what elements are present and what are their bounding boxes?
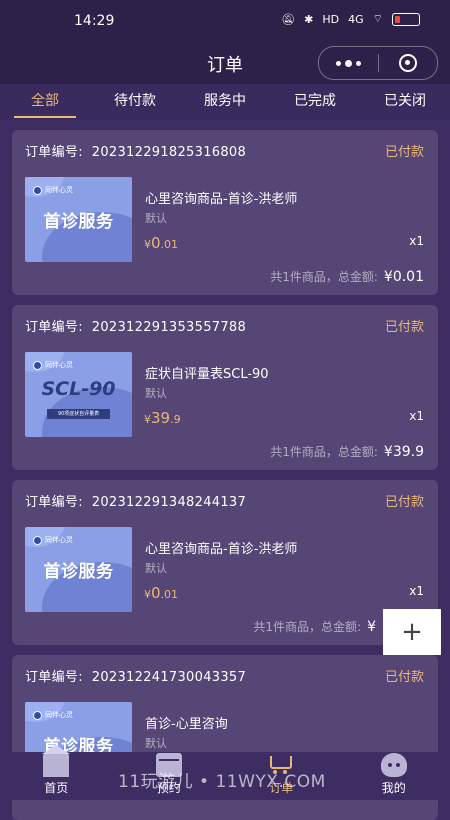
tabbar-item-booking[interactable]: 预约 xyxy=(113,752,226,800)
order-number: 订单编号: 202312291348244137 xyxy=(25,491,246,510)
product-price: ¥0.01 xyxy=(144,584,178,602)
order-status: 已付款 xyxy=(385,141,424,160)
order-number: 订单编号: 202312291353557788 xyxy=(25,316,246,335)
status-bar: 14:29 🔕︎ ✱ HD 4G ⌔ xyxy=(0,0,450,44)
product-spec: 默认 xyxy=(145,560,167,576)
miniprogram-capsule xyxy=(318,46,438,80)
status-icons: 🔕︎ ✱ HD 4G ⌔ xyxy=(281,12,420,26)
tabbar-item-home[interactable]: 首页 xyxy=(0,752,113,800)
order-number: 订单编号: 202312291825316808 xyxy=(25,141,246,160)
product-quantity: x1 xyxy=(409,409,424,423)
product-spec: 默认 xyxy=(145,735,167,751)
order-number: 订单编号: 202312241730043357 xyxy=(25,666,246,685)
product-thumbnail: 同伴心灵 首诊服务 xyxy=(25,177,132,262)
close-miniprogram-button[interactable] xyxy=(379,47,438,79)
nav-bar: 订单 xyxy=(0,44,450,84)
add-floating-button[interactable]: + xyxy=(383,609,441,655)
order-summary: 共1件商品，总金额:¥39.9 xyxy=(270,443,424,460)
product-name: 心里咨询商品-首诊-洪老师 xyxy=(145,188,297,207)
tab-closed[interactable]: 已关闭 xyxy=(360,84,450,120)
brand-logo: 同伴心灵 xyxy=(33,185,73,195)
battery-icon xyxy=(392,13,420,26)
product-name: 症状自评量表SCL-90 xyxy=(145,363,269,382)
order-card[interactable]: 订单编号: 202312291348244137 已付款 同伴心灵 首诊服务 心… xyxy=(12,480,438,645)
bottom-tab-bar: 首页 预约 订单 我的 xyxy=(0,752,450,800)
product-spec: 默认 xyxy=(145,210,167,226)
tabbar-label: 我的 xyxy=(382,779,406,796)
product-quantity: x1 xyxy=(409,234,424,248)
order-status: 已付款 xyxy=(385,491,424,510)
brand-logo: 同伴心灵 xyxy=(33,360,73,370)
thumbnail-title: SCL-90 xyxy=(25,378,132,400)
product-thumbnail: 同伴心灵 首诊服务 xyxy=(25,527,132,612)
brand-logo: 同伴心灵 xyxy=(33,535,73,545)
tabbar-label: 预约 xyxy=(157,779,181,796)
target-icon xyxy=(399,54,417,72)
bluetooth-icon: ✱ xyxy=(304,13,313,26)
plus-icon: + xyxy=(401,617,423,647)
status-time: 14:29 xyxy=(74,13,114,29)
thumbnail-title: 首诊服务 xyxy=(25,557,132,582)
product-price: ¥39.9 xyxy=(144,409,181,427)
order-summary: 共1件商品，总金额:¥ xyxy=(253,618,376,635)
product-spec: 默认 xyxy=(145,385,167,401)
order-status: 已付款 xyxy=(385,316,424,335)
order-card[interactable]: 订单编号: 202312291825316808 已付款 同伴心灵 首诊服务 心… xyxy=(12,130,438,295)
more-button[interactable] xyxy=(319,47,378,79)
hd-icon: HD xyxy=(322,13,339,26)
tab-all[interactable]: 全部 xyxy=(0,84,90,120)
calendar-icon xyxy=(156,753,182,777)
mute-icon: 🔕︎ xyxy=(281,13,295,26)
more-dots-icon xyxy=(336,60,361,67)
home-icon xyxy=(43,753,69,777)
cart-icon xyxy=(268,753,294,777)
tab-in-service[interactable]: 服务中 xyxy=(180,84,270,120)
product-name: 心里咨询商品-首诊-洪老师 xyxy=(145,538,297,557)
order-summary: 共1件商品，总金额:¥0.01 xyxy=(270,268,424,285)
tab-pending-payment[interactable]: 待付款 xyxy=(90,84,180,120)
order-tabs: 全部 待付款 服务中 已完成 已关闭 xyxy=(0,84,450,120)
wifi-icon: ⌔ xyxy=(373,12,383,26)
tabbar-item-orders[interactable]: 订单 xyxy=(225,752,338,800)
thumbnail-tag: 90项症状自评量表 xyxy=(47,409,110,419)
tabbar-label: 首页 xyxy=(44,779,68,796)
order-card[interactable]: 订单编号: 202312291353557788 已付款 同伴心灵 SCL-90… xyxy=(12,305,438,470)
signal-icon: 4G xyxy=(348,13,364,26)
tabbar-label: 订单 xyxy=(269,779,293,796)
order-status: 已付款 xyxy=(385,666,424,685)
tab-completed[interactable]: 已完成 xyxy=(270,84,360,120)
brand-logo: 同伴心灵 xyxy=(33,710,73,720)
profile-icon xyxy=(381,753,407,777)
product-price: ¥0.01 xyxy=(144,234,178,252)
product-name: 首诊-心里咨询 xyxy=(145,713,228,732)
tabbar-item-profile[interactable]: 我的 xyxy=(338,752,450,800)
thumbnail-title: 首诊服务 xyxy=(25,207,132,232)
product-quantity: x1 xyxy=(409,584,424,598)
product-thumbnail: 同伴心灵 SCL-90 90项症状自评量表 xyxy=(25,352,132,437)
